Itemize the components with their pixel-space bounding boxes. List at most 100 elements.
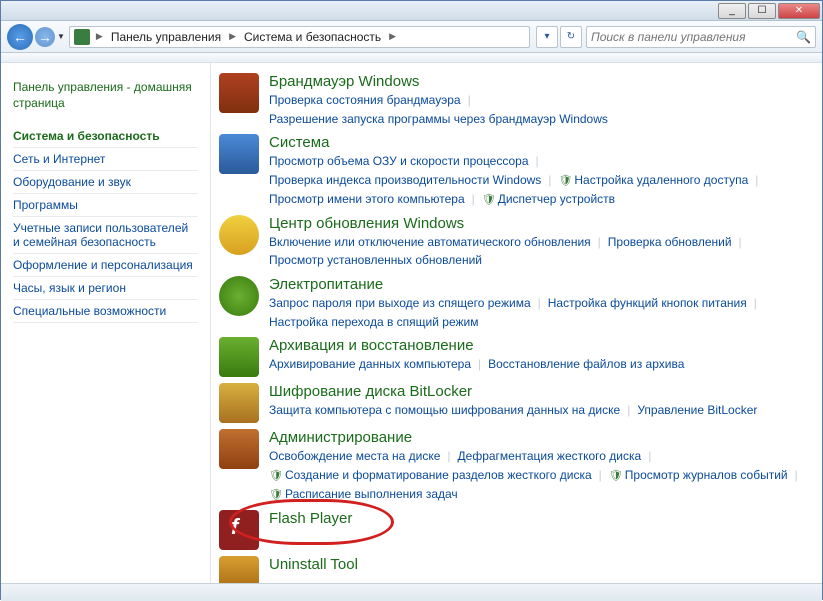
- back-button[interactable]: ←: [7, 24, 33, 50]
- link-separator: |: [548, 171, 551, 190]
- search-input[interactable]: [591, 30, 796, 44]
- task-link[interactable]: Настройка функций кнопок питания: [548, 294, 747, 313]
- sidebar: Панель управления - домашняя страница Си…: [1, 63, 211, 583]
- category-links: Освобождение места на диске|Дефрагментац…: [269, 447, 806, 504]
- sidebar-item[interactable]: Учетные записи пользователей и семейная …: [13, 217, 198, 254]
- close-button[interactable]: ✕: [778, 3, 820, 19]
- link-separator: |: [648, 447, 651, 466]
- link-separator: |: [468, 91, 471, 110]
- sidebar-item[interactable]: Оборудование и звук: [13, 171, 198, 194]
- link-separator: |: [478, 355, 481, 374]
- category-title-link[interactable]: Архивация и восстановление: [269, 337, 806, 354]
- link-separator: |: [754, 294, 757, 313]
- task-link[interactable]: Запрос пароля при выходе из спящего режи…: [269, 294, 531, 313]
- address-dropdown-icon[interactable]: ▾: [536, 26, 558, 48]
- forward-button[interactable]: →: [35, 27, 55, 47]
- sidebar-item[interactable]: Специальные возможности: [13, 300, 198, 323]
- backup-icon: [219, 337, 259, 377]
- task-link[interactable]: Просмотр установленных обновлений: [269, 251, 482, 270]
- sidebar-item[interactable]: Программы: [13, 194, 198, 217]
- category-title-link[interactable]: Брандмауэр Windows: [269, 73, 806, 90]
- category-links: Проверка состояния брандмауэра |Разрешени…: [269, 91, 806, 128]
- task-link[interactable]: Настройка удаленного доступа: [558, 171, 748, 190]
- link-separator: |: [538, 294, 541, 313]
- category-title-link[interactable]: Администрирование: [269, 429, 806, 446]
- task-link[interactable]: Диспетчер устройств: [482, 190, 615, 209]
- category: Uninstall Tool: [219, 556, 806, 583]
- history-dropdown-icon[interactable]: ▼: [57, 32, 65, 41]
- task-link[interactable]: Дефрагментация жесткого диска: [458, 447, 642, 466]
- category-body: Центр обновления WindowsВключение или от…: [269, 215, 806, 270]
- search-box[interactable]: 🔍: [586, 26, 816, 48]
- link-separator: |: [739, 233, 742, 252]
- category-body: ЭлектропитаниеЗапрос пароля при выходе и…: [269, 276, 806, 331]
- link-separator: |: [599, 466, 602, 485]
- link-separator: |: [536, 152, 539, 171]
- content-pane: Брандмауэр WindowsПроверка состояния бра…: [211, 63, 822, 583]
- sidebar-home-link[interactable]: Панель управления - домашняя страница: [13, 79, 198, 111]
- category: Flash Player: [219, 510, 806, 550]
- maximize-button[interactable]: ☐: [748, 3, 776, 19]
- link-separator: |: [755, 171, 758, 190]
- task-link[interactable]: Просмотр объема ОЗУ и скорости процессор…: [269, 152, 529, 171]
- body: Панель управления - домашняя страница Си…: [1, 63, 822, 583]
- category-body: Uninstall Tool: [269, 556, 806, 574]
- task-link[interactable]: Защита компьютера с помощью шифрования д…: [269, 401, 620, 420]
- navbar: ← → ▼ ▶ Панель управления ▶ Система и бе…: [1, 21, 822, 53]
- category-body: Flash Player: [269, 510, 806, 528]
- category-links: Архивирование данных компьютера | Восстано…: [269, 355, 806, 374]
- category-title-link[interactable]: Uninstall Tool: [269, 556, 806, 573]
- category: ЭлектропитаниеЗапрос пароля при выходе и…: [219, 276, 806, 331]
- search-icon[interactable]: 🔍: [796, 30, 811, 44]
- link-separator: |: [472, 190, 475, 209]
- sidebar-item[interactable]: Сеть и Интернет: [13, 148, 198, 171]
- refresh-button[interactable]: ↻: [560, 26, 582, 48]
- breadcrumb-sep-icon[interactable]: ▶: [389, 31, 396, 42]
- toolbar: [1, 53, 822, 63]
- address-bar[interactable]: ▶ Панель управления ▶ Система и безопасн…: [69, 26, 530, 48]
- uninstall-icon: [219, 556, 259, 583]
- breadcrumb-sep-icon[interactable]: ▶: [96, 31, 103, 42]
- control-panel-window: _ ☐ ✕ ← → ▼ ▶ Панель управления ▶ Систем…: [0, 0, 823, 600]
- task-link[interactable]: Создание и форматирование разделов жестк…: [269, 466, 592, 485]
- task-link[interactable]: Освобождение места на диске: [269, 447, 440, 466]
- sidebar-item[interactable]: Часы, язык и регион: [13, 277, 198, 300]
- task-link[interactable]: Архивирование данных компьютера: [269, 355, 471, 374]
- task-link[interactable]: Настройка перехода в спящий режим: [269, 313, 478, 332]
- sidebar-item[interactable]: Оформление и персонализация: [13, 254, 198, 277]
- power-icon: [219, 276, 259, 316]
- category: СистемаПросмотр объема ОЗУ и скорости пр…: [219, 134, 806, 209]
- admin-icon: [219, 429, 259, 469]
- bitlocker-icon: [219, 383, 259, 423]
- task-link[interactable]: Управление BitLocker: [637, 401, 757, 420]
- nav-buttons: ← → ▼: [7, 24, 65, 50]
- category: Шифрование диска BitLockerЗащита компьют…: [219, 383, 806, 423]
- control-panel-icon: [74, 29, 90, 45]
- category-body: Брандмауэр WindowsПроверка состояния бра…: [269, 73, 806, 128]
- sidebar-item[interactable]: Система и безопасность: [13, 125, 198, 148]
- task-link[interactable]: Просмотр имени этого компьютера: [269, 190, 465, 209]
- category-title-link[interactable]: Шифрование диска BitLocker: [269, 383, 806, 400]
- breadcrumb-item[interactable]: Система и безопасность: [242, 30, 383, 44]
- task-link[interactable]: Проверка обновлений: [608, 233, 732, 252]
- category-title-link[interactable]: Flash Player: [269, 510, 806, 527]
- minimize-button[interactable]: _: [718, 3, 746, 19]
- task-link[interactable]: Разрешение запуска программы через бранд…: [269, 110, 608, 129]
- task-link[interactable]: Восстановление файлов из архива: [488, 355, 684, 374]
- task-link[interactable]: Проверка индекса производительности Wind…: [269, 171, 541, 190]
- breadcrumb-item[interactable]: Панель управления: [109, 30, 223, 44]
- task-link[interactable]: Включение или отключение автоматического…: [269, 233, 591, 252]
- breadcrumb-sep-icon[interactable]: ▶: [229, 31, 236, 42]
- category-title-link[interactable]: Центр обновления Windows: [269, 215, 806, 232]
- category-title-link[interactable]: Электропитание: [269, 276, 806, 293]
- link-separator: |: [598, 233, 601, 252]
- category-title-link[interactable]: Система: [269, 134, 806, 151]
- category-links: Защита компьютера с помощью шифрования д…: [269, 401, 806, 420]
- flash-icon: [219, 510, 259, 550]
- task-link[interactable]: Просмотр журналов событий: [609, 466, 788, 485]
- statusbar: [1, 583, 822, 601]
- category-links: Включение или отключение автоматического…: [269, 233, 806, 270]
- task-link[interactable]: Расписание выполнения задач: [269, 485, 458, 504]
- category-body: Архивация и восстановлениеАрхивирование …: [269, 337, 806, 374]
- task-link[interactable]: Проверка состояния брандмауэра: [269, 91, 461, 110]
